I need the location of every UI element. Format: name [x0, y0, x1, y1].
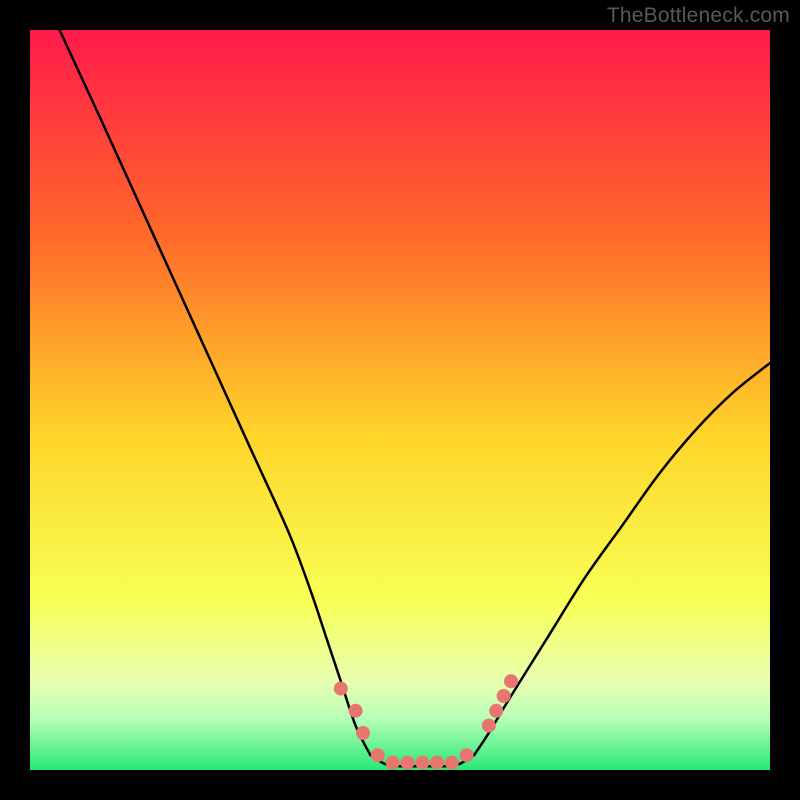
- chart-frame: TheBottleneck.com: [0, 0, 800, 800]
- data-point: [482, 719, 496, 733]
- data-point: [356, 726, 370, 740]
- data-point: [334, 682, 348, 696]
- data-point: [445, 756, 459, 770]
- bottleneck-chart: [30, 30, 770, 770]
- data-point: [460, 748, 474, 762]
- gradient-background: [30, 30, 770, 770]
- data-point: [371, 748, 385, 762]
- data-point: [489, 704, 503, 718]
- data-point: [497, 689, 511, 703]
- data-point: [430, 756, 444, 770]
- attribution-text: TheBottleneck.com: [607, 4, 790, 28]
- data-point: [386, 756, 400, 770]
- data-point: [504, 674, 518, 688]
- data-point: [400, 756, 414, 770]
- data-point: [415, 756, 429, 770]
- data-point: [349, 704, 363, 718]
